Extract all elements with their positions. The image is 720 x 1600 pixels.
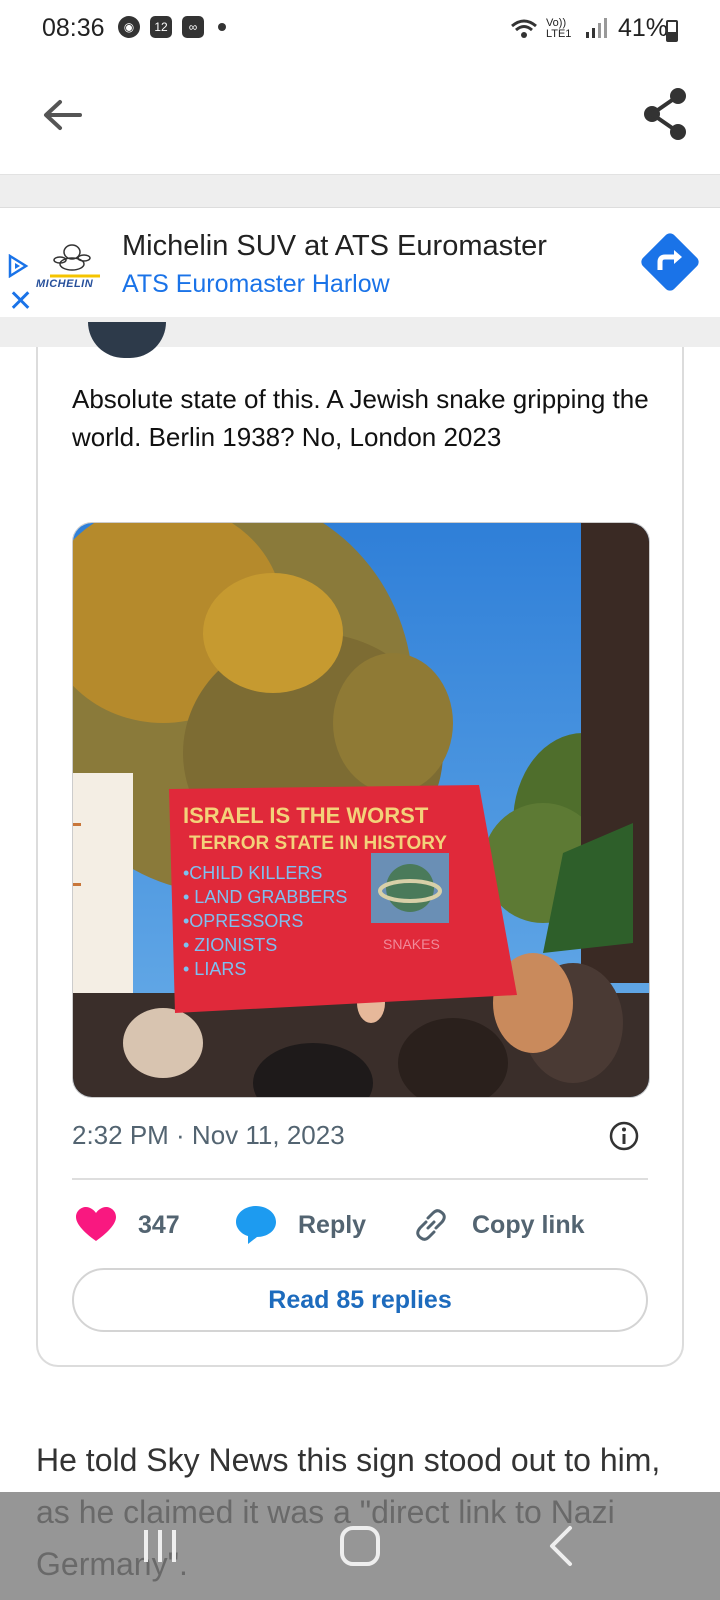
battery-icon [666,20,678,42]
michelin-logo: MICHELIN [36,242,108,292]
adchoices-icon[interactable] [6,254,30,278]
chrome-icon: ◉ [118,16,140,38]
ad-banner[interactable]: ✕ MICHELIN Michelin SUV at ATS Euromaste… [0,207,720,319]
home-icon[interactable] [330,1522,390,1570]
sign-item-2: • LAND GRABBERS [183,887,347,907]
sign-item-1: •CHILD KILLERS [183,863,322,883]
sign-line-1: ISRAEL IS THE WORST [183,803,429,828]
voicemail-icon: ∞ [182,16,204,38]
app-bar [0,62,720,175]
system-indicators: Vo)) LTE1 41% [510,14,668,43]
more-notifications-dot [218,23,226,31]
like-button[interactable]: 347 [76,1200,180,1250]
wifi-icon [510,19,537,38]
navigation-bar [0,1492,720,1600]
directions-button[interactable] [638,230,702,294]
protest-photo: ISRAEL IS THE WORST TERROR STATE IN HIST… [73,523,649,1097]
status-time: 08:36 [42,14,105,42]
post-text: Absolute state of this. A Jewish snake g… [72,384,649,452]
bibendum-icon [50,244,100,278]
sign-line-2: TERROR STATE IN HISTORY [189,833,447,854]
sign-small-text: SNAKES [383,936,440,952]
post-actions: 347 Reply Copy link [72,1200,648,1250]
like-count: 347 [138,1210,180,1239]
sign-item-5: • LIARS [183,959,246,979]
post-timestamp[interactable]: 2:32 PM · Nov 11, 2023 [72,1120,345,1151]
volte-icon: Vo)) LTE1 [545,16,572,40]
reply-label: Reply [298,1210,367,1239]
reply-bubble-icon [236,1206,276,1244]
notification-icons: ◉ 12 ∞ [118,16,226,38]
post-image[interactable]: ISRAEL IS THE WORST TERROR STATE IN HIST… [72,522,650,1098]
brand-name: MICHELIN [36,278,94,290]
ad-headline[interactable]: Michelin SUV at ATS Euromaster [122,230,547,263]
close-ad-icon[interactable]: ✕ [8,287,33,317]
back-icon[interactable] [532,1522,592,1570]
recent-apps-icon[interactable] [130,1522,190,1570]
info-icon[interactable] [608,1120,640,1152]
battery-percent: 41% [617,14,668,42]
read-replies-button[interactable]: Read 85 replies [72,1268,648,1332]
copy-link-button[interactable]: Copy link [412,1200,585,1250]
link-icon [416,1209,446,1241]
sign-item-3: •OPRESSORS [183,911,303,931]
status-bar: 08:36 ◉ 12 ∞ Vo)) LTE1 41% [0,0,720,62]
divider [72,1178,648,1180]
calendar-icon: 12 [150,16,172,38]
reply-button[interactable]: Reply [236,1200,366,1250]
copy-link-label: Copy link [472,1210,585,1239]
ad-subline[interactable]: ATS Euromaster Harlow [122,270,390,299]
back-arrow-icon[interactable] [38,90,88,140]
signal-icon [585,17,607,38]
heart-icon [76,1207,116,1241]
sign-item-4: • ZIONISTS [183,935,277,955]
share-icon[interactable] [640,86,690,142]
